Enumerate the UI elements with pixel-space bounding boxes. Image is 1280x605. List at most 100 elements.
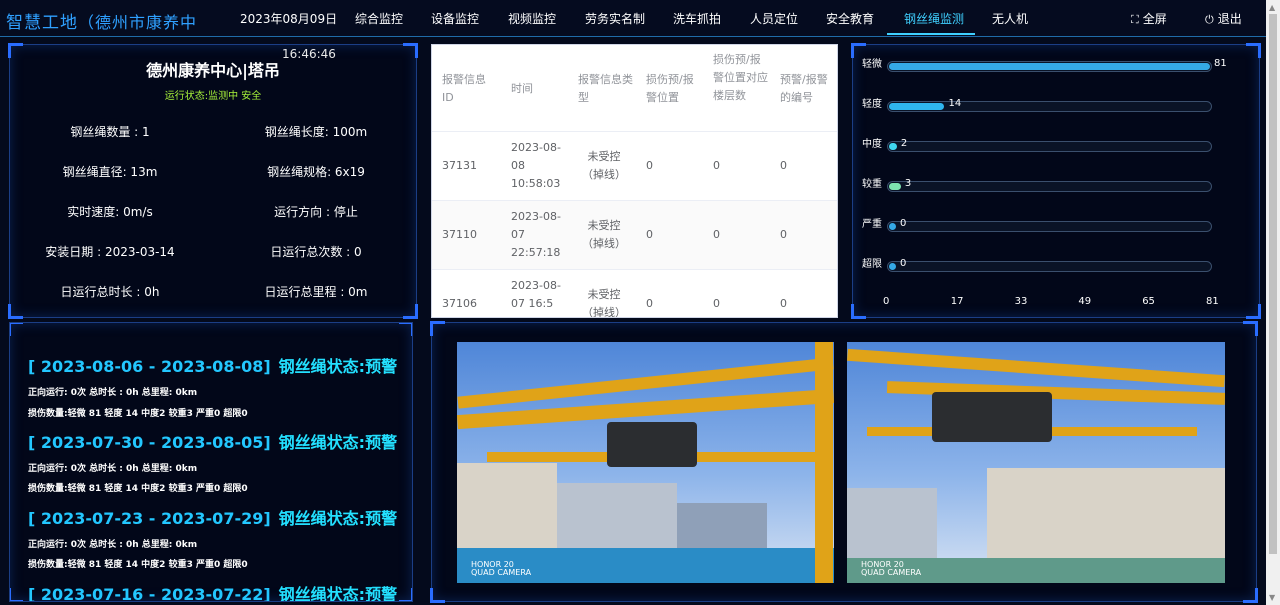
- photo-trolley: [607, 422, 697, 467]
- week-damage-summary: 损伤数量:轻微 81 轻度 14 中度2 较重3 严重0 超限0: [28, 560, 248, 570]
- run-status: 运行状态:监测中 安全: [164, 91, 262, 102]
- panel-corner: [851, 304, 866, 319]
- nav-item-location[interactable]: 人员定位: [750, 10, 798, 27]
- week-range: [ 2023-08-06 - 2023-08-08]: [28, 357, 271, 376]
- x-tick-label: 81: [1206, 296, 1219, 307]
- col-alarm-type: 报警信息类型: [578, 73, 633, 104]
- page-scrollbar[interactable]: ▲ ▼: [1266, 0, 1280, 605]
- bar-track: [887, 141, 1212, 152]
- panel-corner: [399, 323, 412, 336]
- cell-time: 2023-08-07 22:57:18: [511, 210, 561, 259]
- cell-alarm-id: 37106: [442, 297, 477, 310]
- col-alarm-floor: 损伤预/报警位置对应楼层数: [713, 53, 768, 102]
- scroll-up-icon[interactable]: ▲: [1269, 3, 1275, 12]
- nav-item-labor[interactable]: 劳务实名制: [585, 10, 645, 27]
- watermark-line: QUAD CAMERA: [861, 568, 922, 577]
- week-range: [ 2023-07-30 - 2023-08-05]: [28, 433, 271, 452]
- crane-photo-right[interactable]: HONOR 20 QUAD CAMERA: [847, 342, 1225, 583]
- nav-item-safety[interactable]: 安全教育: [826, 10, 874, 27]
- cell-floor: 0: [713, 228, 720, 241]
- run-direction: 运行方向 : 停止: [274, 205, 358, 219]
- active-nav-indicator: [887, 33, 975, 35]
- logout-button[interactable]: ⏻ 退出: [1205, 10, 1242, 27]
- table-row[interactable]: 37131 2023-08-08 10:58:03 未受控（掉线） 0 0 0: [432, 132, 837, 201]
- bar-label: 轻微: [862, 59, 882, 70]
- photo-mast: [815, 342, 833, 583]
- bar-track: [887, 101, 1212, 112]
- scroll-thumb[interactable]: [1269, 14, 1277, 554]
- bar-value-label: 3: [904, 178, 912, 189]
- bar: [889, 183, 901, 190]
- bar-value-label: 14: [948, 98, 962, 109]
- panel-corner: [10, 588, 23, 601]
- bar-track: [887, 181, 1212, 192]
- week-heading: [ 2023-08-06 - 2023-08-08] 钢丝绳状态:预警: [28, 353, 397, 377]
- week-run-summary: 正向运行: 0次 总时长 : 0h 总里程: 0km: [28, 464, 198, 474]
- crane-title: 德州康养中心|塔吊: [146, 61, 280, 80]
- x-tick-label: 65: [1142, 296, 1155, 307]
- bar: [889, 223, 896, 230]
- bar-value-label: 0: [900, 258, 907, 269]
- week-state: 钢丝绳状态:预警: [278, 509, 398, 528]
- bar-track: [887, 61, 1212, 72]
- bar-label: 轻度: [862, 99, 882, 110]
- table-row[interactable]: 37106 2023-08-07 16:5 未受控（掉线） 0 0 0: [432, 270, 837, 317]
- cell-position: 0: [646, 297, 653, 310]
- panel-corner: [8, 43, 23, 58]
- watermark-line: QUAD CAMERA: [471, 568, 532, 577]
- fullscreen-button[interactable]: ⛶ 全屏: [1131, 10, 1167, 27]
- fullscreen-label: 全屏: [1142, 12, 1167, 26]
- camera-photos-panel: HONOR 20 QUAD CAMERA HONOR 20 QUAD CAMER…: [430, 321, 1258, 603]
- panel-corner: [1243, 588, 1258, 603]
- col-alarm-number: 预警/报警的编号: [780, 73, 828, 104]
- crane-photo-left[interactable]: HONOR 20 QUAD CAMERA: [457, 342, 834, 583]
- crane-info-panel: 德州康养中心|塔吊 16:46:46 运行状态:监测中 安全 钢丝绳数量 : 1…: [8, 43, 418, 319]
- cell-alarm-id: 37131: [442, 159, 477, 172]
- header-date: 2023年08月09日: [240, 12, 338, 26]
- cell-alarm-type: 未受控（掉线）: [582, 150, 626, 181]
- cell-time: 2023-08-07 16:5: [511, 279, 561, 310]
- current-time: 16:46:46: [282, 47, 336, 61]
- panel-corner: [430, 588, 445, 603]
- top-bar: 智慧工地（德州市康养中 2023年08月09日 综合监控 设备监控 视频监控 劳…: [0, 0, 1266, 37]
- install-date: 安装日期 : 2023-03-14: [45, 245, 175, 259]
- rope-length: 钢丝绳长度: 100m: [264, 125, 368, 139]
- cell-number: 0: [780, 228, 787, 241]
- project-name: （德州市康养中: [78, 13, 198, 32]
- week-run-summary: 正向运行: 0次 总时长 : 0h 总里程: 0km: [28, 388, 198, 398]
- bar-track: [887, 221, 1212, 232]
- daily-run-count: 日运行总次数 : 0: [270, 245, 362, 259]
- damage-bar-chart: 轻微 81 轻度 14 中度 2 较重 3 严重 0 超限 0 0 17 33 49 65 81: [851, 43, 1261, 319]
- nav-item-carwash[interactable]: 洗车抓拍: [673, 10, 721, 27]
- cell-position: 0: [646, 159, 653, 172]
- scroll-down-icon[interactable]: ▼: [1269, 593, 1275, 602]
- nav-item-wirerope[interactable]: 钢丝绳监测: [904, 10, 964, 27]
- cell-number: 0: [780, 297, 787, 310]
- week-heading: [ 2023-07-30 - 2023-08-05] 钢丝绳状态:预警: [28, 429, 397, 453]
- panel-corner: [1243, 321, 1258, 336]
- bar-label: 严重: [862, 219, 882, 230]
- week-heading: [ 2023-07-16 - 2023-07-22] 钢丝绳状态:预警: [28, 581, 398, 602]
- week-state: 钢丝绳状态:预警: [278, 357, 398, 376]
- brand-title: 智慧工地（德州市康养中: [6, 8, 197, 33]
- nav-item-device[interactable]: 设备监控: [431, 10, 479, 27]
- nav-item-video[interactable]: 视频监控: [508, 10, 556, 27]
- alarm-table: 报警信息ID 时间 报警信息类型 损伤预/报警位置 损伤预/报警位置对应楼层数 …: [431, 44, 838, 318]
- nav-item-overview[interactable]: 综合监控: [355, 10, 403, 27]
- bar-value-label: 81: [1214, 58, 1227, 69]
- panel-corner: [403, 43, 418, 58]
- brand-name: 智慧工地: [6, 13, 78, 33]
- panel-corner: [1246, 304, 1261, 319]
- panel-corner: [8, 304, 23, 319]
- nav-item-drone[interactable]: 无人机: [992, 10, 1028, 27]
- table-row[interactable]: 37110 2023-08-07 22:57:18 未受控（掉线） 0 0 0: [432, 201, 837, 270]
- bar-track: [887, 261, 1212, 272]
- rope-count: 钢丝绳数量 : 1: [70, 125, 150, 139]
- week-state: 钢丝绳状态:预警: [278, 585, 398, 602]
- cell-number: 0: [780, 159, 787, 172]
- photo-trolley: [932, 392, 1052, 442]
- table-header: 报警信息ID 时间 报警信息类型 损伤预/报警位置 损伤预/报警位置对应楼层数 …: [432, 45, 837, 132]
- logout-label: 退出: [1217, 12, 1242, 26]
- week-state: 钢丝绳状态:预警: [278, 433, 398, 452]
- bar-value-label: 0: [900, 218, 907, 229]
